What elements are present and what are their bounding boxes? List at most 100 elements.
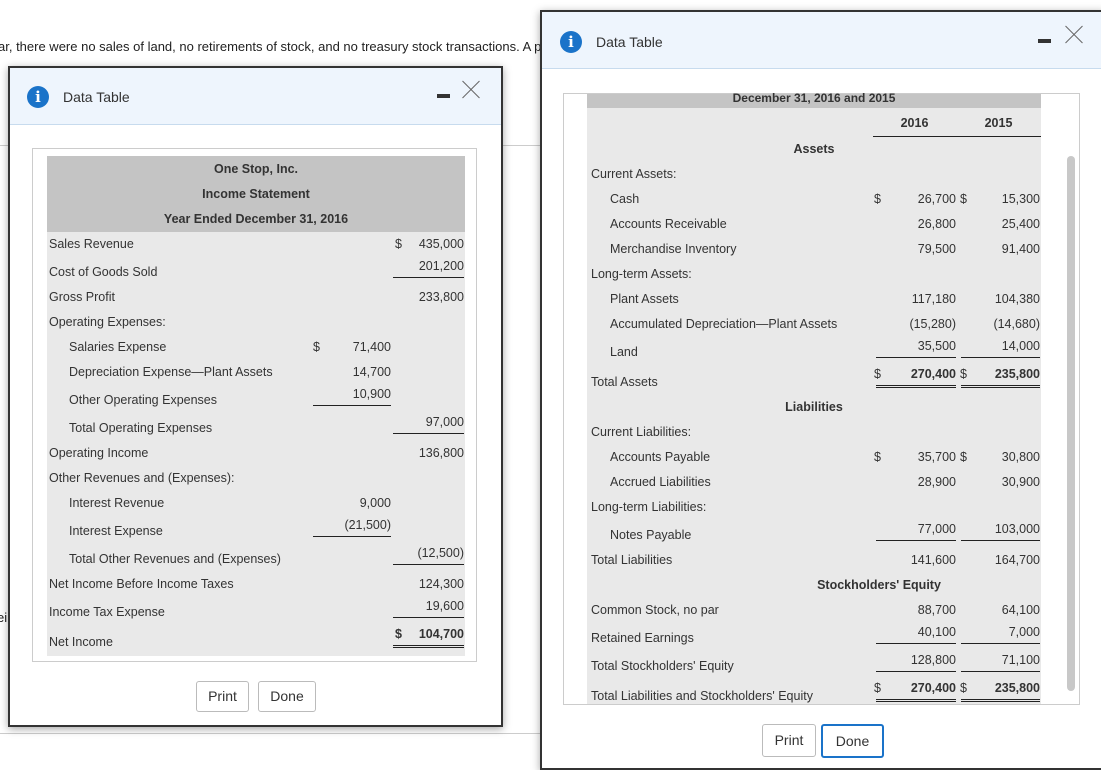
year-header: 2015 [956, 116, 1041, 137]
amount: 88,700 [917, 603, 956, 617]
amount: 104,380 [994, 292, 1040, 306]
balance-sheet-table: December 31, 2016 and 2015 2016 2015 Assets… [587, 91, 1041, 704]
amount: 28,900 [917, 475, 956, 489]
done-button[interactable]: Done [821, 724, 884, 758]
row-label: Accounts Payable [610, 450, 711, 464]
amount: 128,800 [876, 653, 956, 672]
row-label: Sales Revenue [49, 237, 134, 251]
amount: 25,400 [1001, 217, 1040, 231]
amount: 124,300 [418, 577, 464, 591]
amount: 235,800 [961, 367, 1040, 388]
row-label: Accounts Receivable [610, 217, 727, 231]
row-label: Interest Revenue [69, 496, 165, 510]
dialog-title: Data Table [596, 34, 663, 50]
amount: 270,400 [876, 681, 956, 702]
amount: 30,800 [1001, 450, 1040, 464]
amount: 30,900 [1001, 475, 1040, 489]
amount: 71,400 [352, 340, 391, 354]
year-header: 2016 [873, 116, 956, 137]
info-icon: i [560, 31, 582, 53]
row-label: Interest Expense [69, 524, 163, 538]
amount: 26,800 [917, 217, 956, 231]
row-label: Total Operating Expenses [69, 421, 213, 435]
row-label: Long-term Liabilities: [591, 500, 707, 514]
done-button[interactable]: Done [258, 681, 316, 712]
amount: 136,800 [418, 446, 464, 460]
amount: 270,400 [876, 367, 956, 388]
row-label: Other Operating Expenses [69, 393, 217, 407]
row-label: Depreciation Expense—Plant Assets [69, 365, 273, 379]
row-label: Cost of Goods Sold [49, 265, 158, 279]
dialog-header: i Data Table [10, 68, 501, 125]
row-label: Total Assets [591, 375, 658, 389]
balance-sheet-dialog: i Data Table December 31, 2016 and 2015 2… [540, 10, 1101, 770]
amount: (15,280) [909, 317, 956, 331]
row-label: Net Income Before Income Taxes [49, 577, 234, 591]
row-label: Current Assets: [591, 167, 677, 181]
row-label: Land [610, 345, 638, 359]
section-heading: Liabilities [785, 400, 843, 414]
income-statement-dialog: i Data Table One Stop, Inc. Income Statem… [8, 66, 503, 727]
amount: 35,700 [917, 450, 956, 464]
amount: 26,700 [917, 192, 956, 206]
amount: 103,000 [961, 522, 1040, 541]
amount: 64,100 [1001, 603, 1040, 617]
amount: 9,000 [359, 496, 391, 510]
print-button[interactable]: Print [196, 681, 249, 712]
print-button[interactable]: Print [762, 724, 816, 757]
row-label: Total Liabilities and Stockholders' Equi… [591, 689, 813, 703]
minimize-button[interactable] [437, 94, 450, 98]
section-heading: Stockholders' Equity [817, 578, 941, 592]
row-label: Operating Expenses: [49, 315, 166, 329]
row-label: Total Other Revenues and (Expenses) [69, 552, 281, 566]
close-button[interactable] [1065, 26, 1083, 44]
question-text: ar, there were no sales of land, no reti… [0, 39, 542, 54]
row-label: Total Stockholders' Equity [591, 659, 734, 673]
statement-title: Income Statement [202, 187, 310, 201]
row-label: Other Revenues and (Expenses): [49, 471, 235, 485]
amount: 10,900 [313, 387, 391, 406]
amount: 15,300 [1001, 192, 1040, 206]
amount: 201,200 [393, 259, 464, 278]
statement-title: December 31, 2016 and 2015 [732, 91, 896, 105]
close-button[interactable] [462, 81, 480, 99]
amount: 14,000 [961, 339, 1040, 358]
amount: 117,180 [911, 292, 956, 306]
amount: 71,100 [961, 653, 1040, 672]
row-label: Total Liabilities [591, 553, 673, 567]
amount: 35,500 [876, 339, 956, 358]
cut-text: ei [0, 610, 8, 625]
info-icon: i [27, 86, 49, 108]
amount: (12,500) [393, 546, 464, 565]
row-label: Gross Profit [49, 290, 115, 304]
row-label: Cash [610, 192, 640, 206]
row-label: Operating Income [49, 446, 149, 460]
table-frame: One Stop, Inc. Income Statement Year Ended… [32, 148, 477, 662]
row-label: Accumulated Depreciation—Plant Assets [610, 317, 838, 331]
amount: 97,000 [393, 415, 464, 434]
row-label: Income Tax Expense [49, 605, 165, 619]
statement-title: One Stop, Inc. [213, 162, 299, 176]
amount: 19,600 [393, 599, 464, 618]
scrollbar[interactable] [1067, 156, 1075, 691]
amount: 40,100 [876, 625, 956, 644]
row-label: Retained Earnings [591, 631, 694, 645]
amount: 164,700 [994, 553, 1040, 567]
amount: 104,700 [393, 627, 464, 648]
dialog-title: Data Table [63, 89, 130, 105]
row-label: Common Stock, no par [591, 603, 719, 617]
row-label: Salaries Expense [69, 340, 167, 354]
amount: 141,600 [910, 553, 956, 567]
divider [0, 733, 540, 734]
row-label: Long-term Assets: [591, 267, 692, 281]
income-statement-table: One Stop, Inc. Income Statement Year Ended… [47, 156, 465, 656]
minimize-button[interactable] [1038, 39, 1051, 43]
amount: (14,680) [993, 317, 1040, 331]
amount: 91,400 [1001, 242, 1040, 256]
amount: 77,000 [876, 522, 956, 541]
amount: 14,700 [352, 365, 391, 379]
amount: 7,000 [961, 625, 1040, 644]
row-label: Accrued Liabilities [610, 475, 711, 489]
table-frame: December 31, 2016 and 2015 2016 2015 Assets… [563, 91, 1080, 705]
amount: 435,000 [418, 237, 464, 251]
